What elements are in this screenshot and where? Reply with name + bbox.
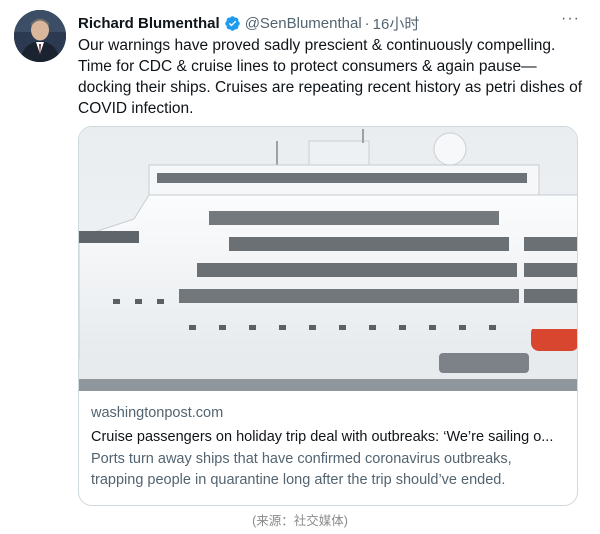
tweet-header: Richard Blumenthal @SenBlumenthal · 16小时 — [78, 12, 586, 34]
author-name[interactable]: Richard Blumenthal — [78, 15, 220, 32]
avatar-photo — [14, 10, 66, 62]
card-title[interactable]: Cruise passengers on holiday trip deal w… — [91, 427, 567, 448]
cruise-ship-image — [79, 127, 577, 391]
link-card[interactable]: washingtonpost.com Cruise passengers on … — [78, 126, 578, 506]
separator-dot: · — [364, 14, 370, 32]
card-description: Ports turn away ships that have confirme… — [91, 451, 512, 488]
more-options-icon[interactable]: ··· — [561, 10, 580, 28]
card-meta: washingtonpost.com Cruise passengers on … — [91, 403, 567, 491]
image-caption: (来源：社交媒体) — [252, 514, 348, 528]
author-handle[interactable]: @SenBlumenthal — [245, 15, 362, 32]
avatar[interactable] — [14, 10, 66, 62]
timestamp[interactable]: 16小时 — [373, 13, 420, 34]
tweet-text: Our warnings have proved sadly prescient… — [78, 37, 582, 117]
card-domain: washingtonpost.com — [91, 405, 224, 421]
verified-badge-icon — [224, 15, 241, 32]
